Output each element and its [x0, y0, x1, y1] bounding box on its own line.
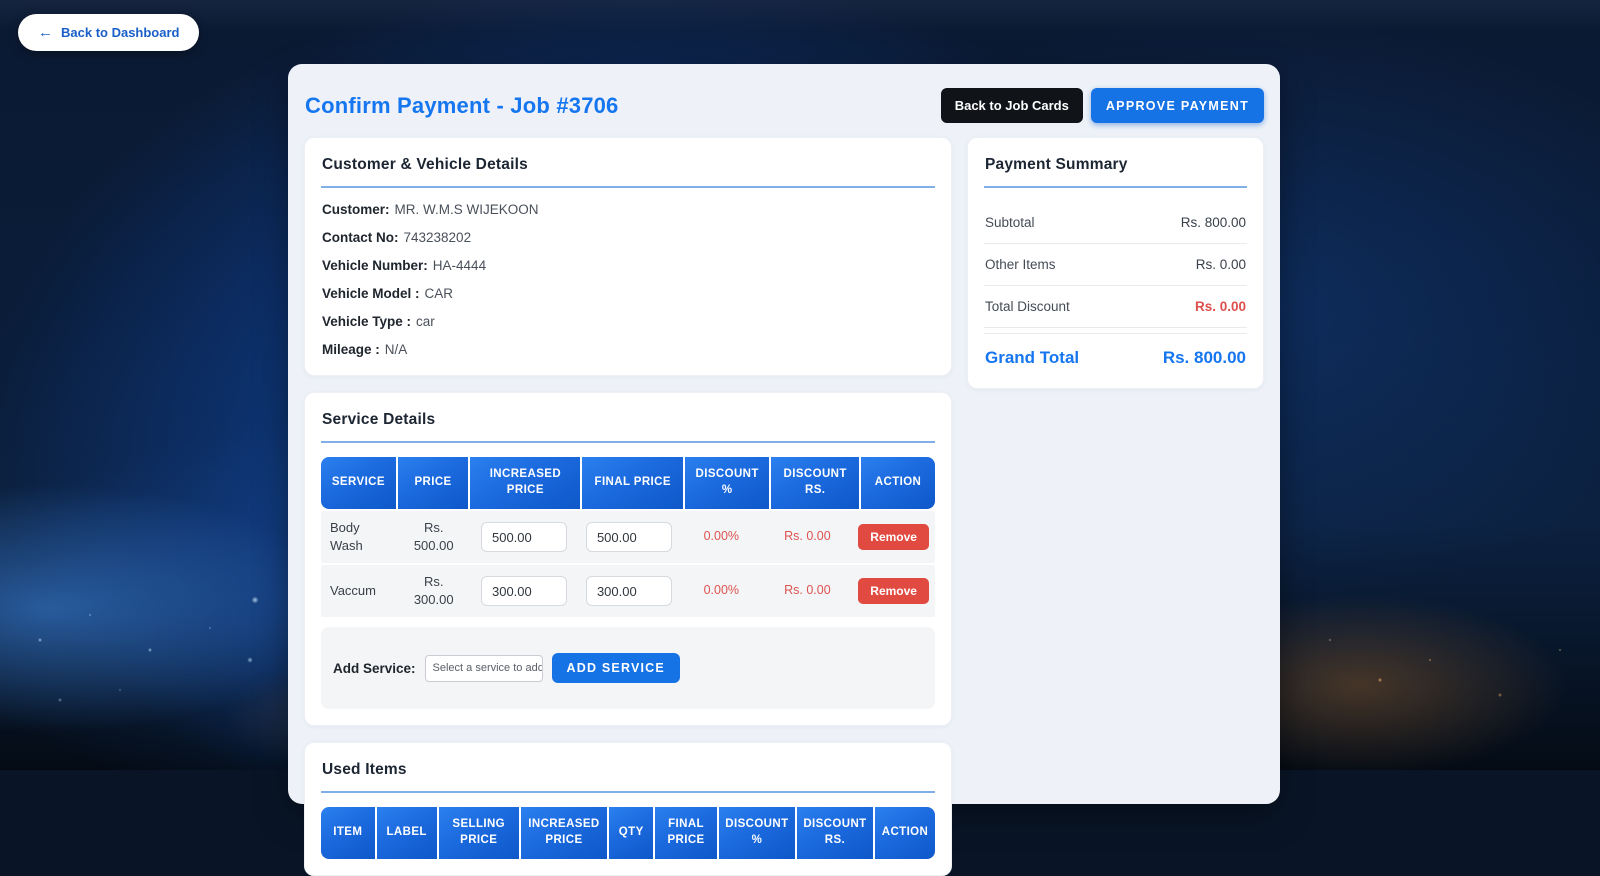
header-buttons: Back to Job Cards APPROVE PAYMENT — [941, 88, 1264, 123]
back-arrow-icon: ← — [38, 25, 53, 40]
summary-row-subtotal: Subtotal Rs. 800.00 — [984, 202, 1247, 244]
col-discount-pct: DISCOUNT % — [719, 807, 795, 859]
grand-total-row: Grand Total Rs. 800.00 — [984, 333, 1247, 372]
col-qty: QTY — [609, 807, 653, 859]
summary-label: Other Items — [985, 257, 1056, 272]
service-row: Body Wash Rs. 500.00 0.00% Rs. 0.00 Remo… — [321, 511, 935, 563]
back-to-dashboard-label: Back to Dashboard — [61, 25, 179, 40]
service-price: Rs. 500.00 — [399, 513, 468, 561]
service-select-dropdown[interactable]: Select a service to add... — [425, 655, 543, 682]
col-discount-rs: DISCOUNT RS. — [797, 807, 873, 859]
remove-service-button[interactable]: Remove — [858, 524, 929, 550]
col-price: PRICE — [398, 457, 469, 509]
col-service: SERVICE — [321, 457, 396, 509]
customer-details-heading: Customer & Vehicle Details — [321, 152, 935, 188]
card-header: Confirm Payment - Job #3706 Back to Job … — [304, 88, 1264, 123]
discount-percent: 0.00% — [680, 576, 762, 606]
used-items-section: Used Items ITEM LABEL SELLING PRICE INCR… — [304, 742, 952, 876]
discount-rupees: Rs. 0.00 — [765, 522, 851, 552]
increased-price-input[interactable] — [481, 522, 567, 552]
summary-value: Rs. 800.00 — [1181, 215, 1246, 230]
col-discount-rs: DISCOUNT RS. — [771, 457, 859, 509]
service-name: Body Wash — [321, 513, 397, 561]
field-label: Contact No: — [322, 230, 399, 245]
customer-field: Vehicle Type : car — [322, 314, 935, 329]
page-title: Confirm Payment - Job #3706 — [305, 93, 619, 119]
service-row: Vaccum Rs. 300.00 0.00% Rs. 0.00 Remove — [321, 565, 935, 617]
summary-row-total-discount: Total Discount Rs. 0.00 — [984, 286, 1247, 328]
final-price-input[interactable] — [586, 522, 672, 552]
grand-total-label: Grand Total — [985, 348, 1079, 368]
approve-payment-button[interactable]: APPROVE PAYMENT — [1091, 88, 1264, 123]
summary-row-other-items: Other Items Rs. 0.00 — [984, 244, 1247, 286]
customer-field: Customer: MR. W.M.S WIJEKOON — [322, 202, 935, 217]
add-service-row: Add Service: Select a service to add... … — [321, 627, 935, 709]
summary-value: Rs. 0.00 — [1196, 257, 1246, 272]
payment-summary-card: Payment Summary Subtotal Rs. 800.00 Othe… — [967, 137, 1264, 389]
field-value: car — [416, 314, 435, 329]
customer-field: Contact No: 743238202 — [322, 230, 935, 245]
col-label: LABEL — [377, 807, 437, 859]
col-increased-price: INCREASED PRICE — [521, 807, 607, 859]
col-final-price: FINAL PRICE — [582, 457, 683, 509]
customer-field: Mileage : N/A — [322, 342, 935, 357]
customer-field: Vehicle Number: HA-4444 — [322, 258, 935, 273]
customer-vehicle-details-section: Customer & Vehicle Details Customer: MR. … — [304, 137, 952, 376]
field-value: 743238202 — [404, 230, 472, 245]
service-price: Rs. 300.00 — [399, 567, 468, 615]
discount-rupees: Rs. 0.00 — [765, 576, 851, 606]
col-action: ACTION — [861, 457, 935, 509]
field-value: CAR — [425, 286, 454, 301]
col-action: ACTION — [875, 807, 935, 859]
used-items-heading: Used Items — [321, 757, 935, 793]
field-label: Mileage : — [322, 342, 380, 357]
col-item: ITEM — [321, 807, 375, 859]
field-label: Vehicle Type : — [322, 314, 411, 329]
used-items-table-header: ITEM LABEL SELLING PRICE INCREASED PRICE… — [321, 807, 935, 859]
col-discount-pct: DISCOUNT % — [685, 457, 769, 509]
field-label: Vehicle Number: — [322, 258, 428, 273]
service-details-section: Service Details SERVICE PRICE INCREASED … — [304, 392, 952, 726]
col-selling-price: SELLING PRICE — [439, 807, 519, 859]
back-to-job-cards-button[interactable]: Back to Job Cards — [941, 88, 1083, 123]
summary-label: Subtotal — [985, 215, 1035, 230]
customer-field: Vehicle Model : CAR — [322, 286, 935, 301]
add-service-label: Add Service: — [333, 661, 416, 676]
field-label: Customer: — [322, 202, 390, 217]
field-value: MR. W.M.S WIJEKOON — [395, 202, 539, 217]
service-table-header: SERVICE PRICE INCREASED PRICE FINAL PRIC… — [321, 457, 935, 509]
final-price-input[interactable] — [586, 576, 672, 606]
service-details-heading: Service Details — [321, 407, 935, 443]
add-service-button[interactable]: ADD SERVICE — [552, 653, 680, 683]
back-to-dashboard-button[interactable]: ← Back to Dashboard — [18, 14, 199, 51]
field-label: Vehicle Model : — [322, 286, 420, 301]
summary-value: Rs. 0.00 — [1195, 299, 1246, 314]
remove-service-button[interactable]: Remove — [858, 578, 929, 604]
increased-price-input[interactable] — [481, 576, 567, 606]
col-final-price: FINAL PRICE — [655, 807, 717, 859]
payment-summary-heading: Payment Summary — [984, 152, 1247, 188]
service-name: Vaccum — [321, 576, 397, 606]
discount-percent: 0.00% — [680, 522, 762, 552]
summary-label: Total Discount — [985, 299, 1070, 314]
grand-total-value: Rs. 800.00 — [1163, 348, 1246, 368]
col-increased-price: INCREASED PRICE — [470, 457, 580, 509]
confirm-payment-card: Confirm Payment - Job #3706 Back to Job … — [288, 64, 1280, 804]
field-value: N/A — [385, 342, 408, 357]
field-value: HA-4444 — [433, 258, 486, 273]
